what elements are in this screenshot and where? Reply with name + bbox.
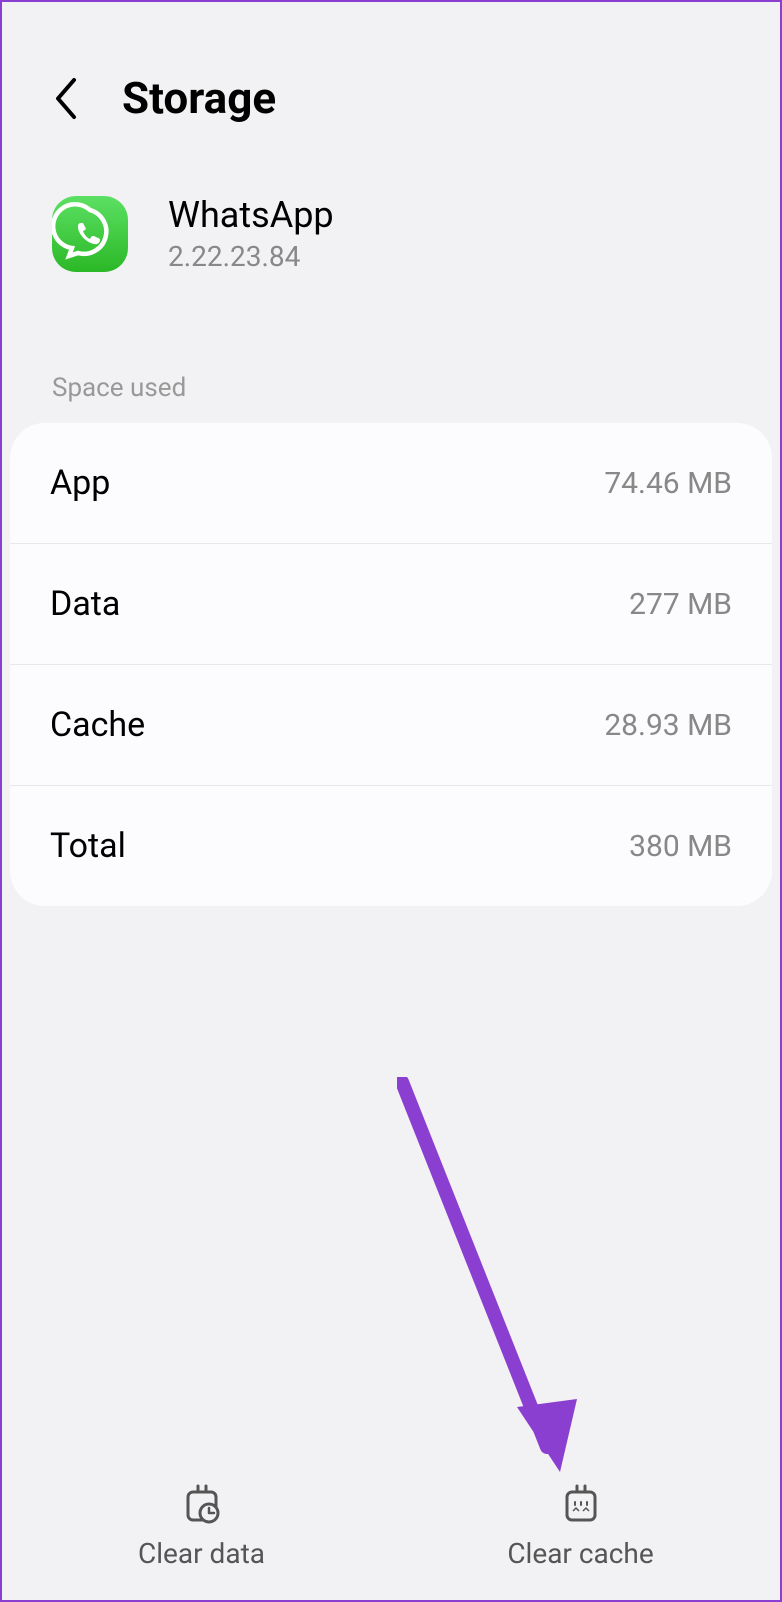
row-label: App — [50, 463, 110, 503]
header: Storage — [2, 2, 780, 164]
whatsapp-icon — [52, 196, 128, 272]
row-label: Total — [50, 826, 126, 866]
back-icon[interactable] — [52, 76, 82, 121]
row-value: 28.93 MB — [604, 708, 732, 743]
app-name: WhatsApp — [168, 194, 334, 236]
storage-card: App 74.46 MB Data 277 MB Cache 28.93 MB … — [10, 423, 772, 906]
page-title: Storage — [122, 72, 276, 124]
app-version: 2.22.23.84 — [168, 240, 334, 273]
row-data: Data 277 MB — [10, 544, 772, 665]
annotation-arrow — [397, 1077, 597, 1477]
app-text: WhatsApp 2.22.23.84 — [168, 194, 334, 273]
row-app: App 74.46 MB — [10, 423, 772, 544]
row-value: 74.46 MB — [604, 466, 732, 501]
section-label: Space used — [2, 313, 780, 423]
clear-data-label: Clear data — [138, 1537, 265, 1570]
app-info: WhatsApp 2.22.23.84 — [2, 164, 780, 313]
clear-data-icon — [181, 1483, 223, 1525]
bottom-bar: Clear data Clear cache — [2, 1453, 780, 1600]
clear-data-button[interactable]: Clear data — [12, 1483, 391, 1570]
row-label: Cache — [50, 705, 145, 745]
row-total: Total 380 MB — [10, 786, 772, 906]
row-value: 380 MB — [629, 829, 732, 864]
clear-cache-icon — [560, 1483, 602, 1525]
row-label: Data — [50, 584, 120, 624]
clear-cache-button[interactable]: Clear cache — [391, 1483, 770, 1570]
row-value: 277 MB — [629, 587, 732, 622]
row-cache: Cache 28.93 MB — [10, 665, 772, 786]
clear-cache-label: Clear cache — [507, 1537, 653, 1570]
